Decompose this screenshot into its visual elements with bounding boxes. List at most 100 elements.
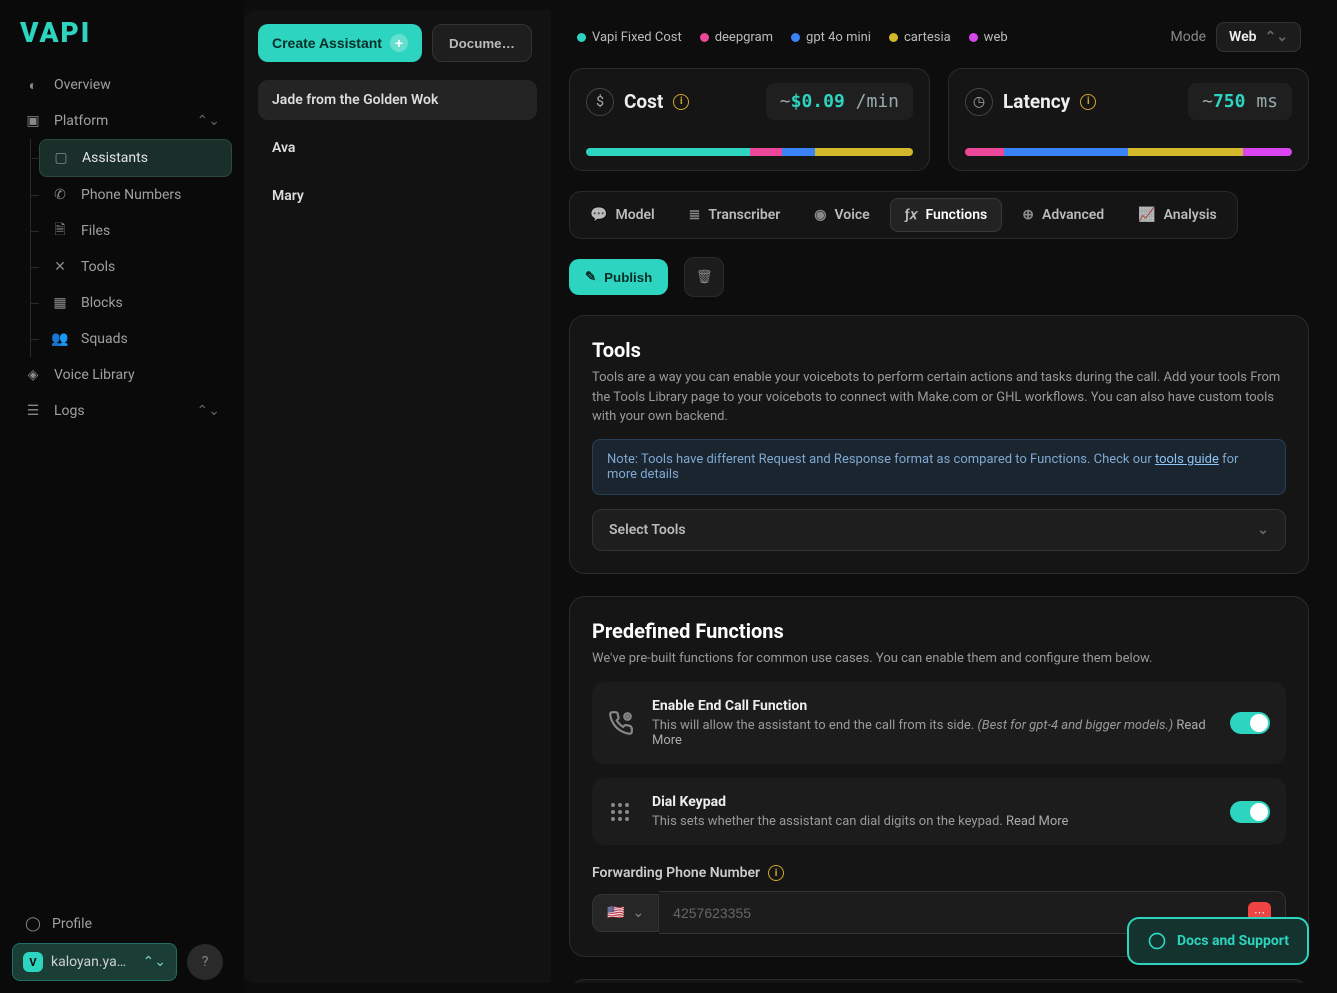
fn-title: Dial Keypad: [652, 794, 1214, 810]
transcriber-icon: ≣: [689, 207, 701, 223]
dial-keypad-toggle[interactable]: [1230, 801, 1270, 823]
nav-files[interactable]: 🗎 Files: [39, 213, 232, 249]
nav-label: Assistants: [82, 150, 148, 166]
delete-button[interactable]: 🗑: [684, 257, 724, 297]
nav-tools[interactable]: ✕ Tools: [39, 249, 232, 285]
chevron-down-icon: ⌄: [632, 905, 644, 921]
legend-item: deepgram: [700, 30, 773, 45]
select-tools-dropdown[interactable]: Select Tools ⌄: [592, 509, 1286, 551]
tools-guide-link[interactable]: tools guide: [1155, 452, 1219, 467]
assistant-list-item[interactable]: Mary: [258, 176, 537, 216]
stopwatch-icon: ◷: [965, 88, 993, 116]
trash-icon: 🗑: [696, 269, 713, 285]
latency-bar: [965, 148, 1292, 156]
functions-icon: ƒ𝑥: [905, 207, 918, 223]
latency-value: ~750 ms: [1188, 83, 1292, 120]
nav-label: Overview: [54, 77, 111, 93]
mode-select[interactable]: Web ⌃⌄: [1216, 22, 1301, 52]
model-icon: 💬: [590, 207, 607, 223]
latency-card: ◷ Latency i ~750 ms: [948, 68, 1309, 171]
nav-logs[interactable]: ☰ Logs ⌃⌄: [12, 393, 232, 429]
nav-label: Voice Library: [54, 367, 135, 383]
tab-functions[interactable]: ƒ𝑥Functions: [890, 198, 1003, 232]
publish-button[interactable]: ✎ Publish: [569, 259, 668, 295]
phone-icon: ✆: [51, 186, 69, 204]
nav-platform[interactable]: ▣ Platform ⌃⌄: [12, 103, 232, 139]
predefined-functions-card: Predefined Functions We've pre-built fun…: [569, 596, 1309, 958]
user-switcher[interactable]: V kaloyan.ya… ⌃⌄: [12, 943, 177, 981]
users-icon: 👥: [51, 330, 69, 348]
keypad-icon: [608, 800, 636, 824]
chevron-updown-icon: ⌃⌄: [197, 113, 220, 129]
custom-functions-card: Custom Functions: [569, 979, 1309, 983]
tab-transcriber[interactable]: ≣Transcriber: [675, 198, 795, 232]
chevron-updown-icon: ⌃⌄: [1265, 29, 1288, 45]
country-code-dropdown[interactable]: 🇺🇸 ⌄: [592, 894, 659, 932]
cost-value: ~$0.09 /min: [766, 83, 913, 120]
nav-label: Logs: [54, 403, 85, 419]
voice-icon: ◉: [814, 207, 826, 223]
dial-keypad-row: Dial Keypad This sets whether the assist…: [592, 778, 1286, 845]
chevron-down-icon: ⌄: [1257, 522, 1269, 538]
card-desc: Tools are a way you can enable your voic…: [592, 368, 1286, 427]
wave-icon: ◈: [24, 366, 42, 384]
wrench-icon: ✕: [51, 258, 69, 276]
info-icon[interactable]: i: [1080, 94, 1096, 110]
nav-profile[interactable]: ◯ Profile: [12, 905, 232, 943]
nav-label: Files: [81, 223, 110, 239]
info-icon[interactable]: i: [673, 94, 689, 110]
nav-overview[interactable]: ◐ Overview: [12, 67, 232, 103]
metric-title: Latency: [1003, 90, 1070, 113]
analysis-icon: 📈: [1138, 207, 1155, 223]
info-icon[interactable]: i: [768, 865, 784, 881]
help-icon: ?: [202, 954, 209, 970]
tab-voice[interactable]: ◉Voice: [800, 198, 883, 232]
tab-model[interactable]: 💬Model: [576, 198, 669, 232]
help-button[interactable]: ?: [187, 944, 223, 980]
assistant-list-item[interactable]: Ava: [258, 128, 537, 168]
nav-label: Platform: [54, 113, 108, 129]
nav-label: Profile: [52, 916, 92, 932]
user-name: kaloyan.ya…: [51, 954, 135, 970]
nav-label: Squads: [81, 331, 128, 347]
card-title: Tools: [592, 338, 1286, 362]
nav-blocks[interactable]: ▦ Blocks: [39, 285, 232, 321]
nav-assistants[interactable]: ▢ Assistants: [39, 139, 232, 177]
tab-advanced[interactable]: ⊕Advanced: [1008, 198, 1118, 232]
end-call-function-row: Enable End Call Function This will allow…: [592, 682, 1286, 764]
nav-platform-sub: ▢ Assistants ✆ Phone Numbers 🗎 Files ✕ T…: [30, 139, 232, 357]
avatar-icon: ◯: [24, 915, 42, 933]
assistant-list-panel: Create Assistant + Docume… Jade from the…: [244, 10, 551, 983]
legend-item: gpt 4o mini: [791, 30, 871, 45]
cube-icon: ▣: [24, 112, 42, 130]
dot-icon: [889, 33, 898, 42]
cost-card: $ Cost i ~$0.09 /min: [569, 68, 930, 171]
dot-icon: [969, 33, 978, 42]
read-more-link[interactable]: Read More: [1006, 814, 1068, 829]
nav-phone-numbers[interactable]: ✆ Phone Numbers: [39, 177, 232, 213]
tabs: 💬Model≣Transcriber◉Voiceƒ𝑥Functions⊕Adva…: [569, 191, 1238, 239]
file-icon: 🗎: [51, 222, 69, 240]
assistant-list-item[interactable]: Jade from the Golden Wok: [258, 80, 537, 120]
dollar-icon: $: [586, 88, 614, 116]
tools-card: Tools Tools are a way you can enable you…: [569, 315, 1309, 574]
tab-analysis[interactable]: 📈Analysis: [1124, 198, 1231, 232]
forwarding-number-label: Forwarding Phone Number i: [592, 865, 1286, 881]
legend-item: Vapi Fixed Cost: [577, 30, 682, 45]
documentation-button[interactable]: Docume…: [432, 24, 532, 62]
legend-item: web: [969, 30, 1008, 45]
mode-label: Mode: [1171, 29, 1207, 45]
fn-desc: This sets whether the assistant can dial…: [652, 814, 1214, 829]
tools-note: Note: Tools have different Request and R…: [592, 439, 1286, 495]
nav-voice-library[interactable]: ◈ Voice Library: [12, 357, 232, 393]
nav-squads[interactable]: 👥 Squads: [39, 321, 232, 357]
metric-title: Cost: [624, 90, 663, 113]
button-label: Create Assistant: [272, 35, 382, 51]
cost-legend: Vapi Fixed Costdeepgramgpt 4o minicartes…: [577, 30, 1008, 45]
end-call-toggle[interactable]: [1230, 712, 1270, 734]
chevron-updown-icon: ⌃⌄: [143, 954, 166, 970]
create-assistant-button[interactable]: Create Assistant +: [258, 24, 422, 62]
edit-icon: ✎: [585, 269, 596, 285]
docs-support-button[interactable]: Docs and Support: [1127, 917, 1309, 965]
dot-icon: [791, 33, 800, 42]
